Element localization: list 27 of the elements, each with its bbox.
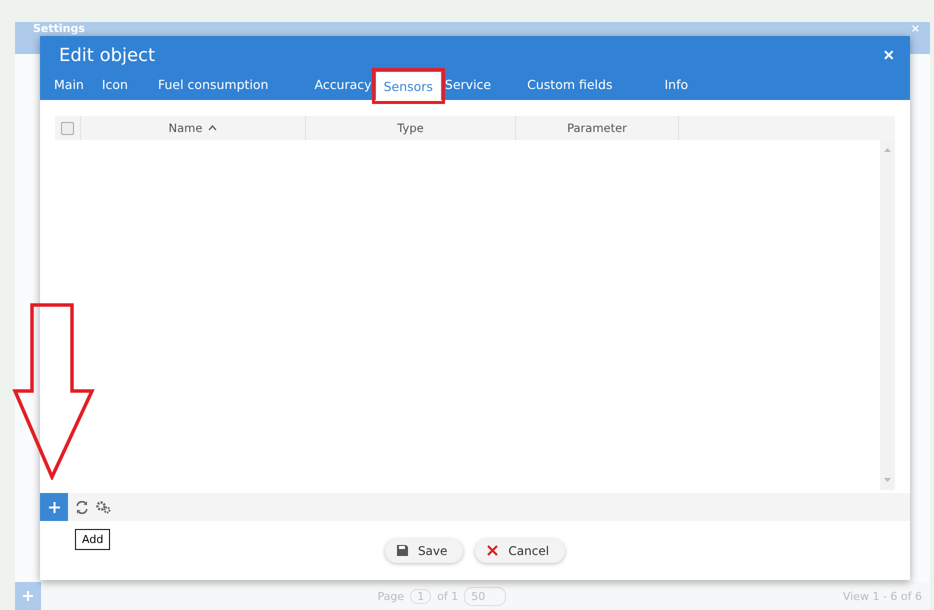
close-icon — [487, 545, 498, 556]
refresh-icon[interactable] — [76, 500, 88, 514]
column-header[interactable]: Parameter — [567, 121, 627, 135]
save-button[interactable]: Save — [384, 538, 464, 562]
dialog-title: Edit object — [59, 45, 156, 66]
tab[interactable]: Sensors — [376, 72, 441, 100]
page-count: of 1 — [437, 590, 458, 602]
window-title: Settings — [33, 22, 85, 35]
tab[interactable]: Fuel consumption — [158, 69, 314, 100]
checkbox[interactable] — [61, 122, 74, 134]
add-button[interactable] — [40, 493, 68, 521]
tab[interactable]: Custom fields — [527, 69, 664, 100]
cancel-button[interactable]: Cancel — [475, 538, 566, 562]
plus-icon — [23, 591, 33, 601]
column-header[interactable]: Name — [168, 121, 202, 135]
column-header[interactable]: Type — [397, 121, 424, 135]
close-button[interactable]: × — [883, 45, 894, 66]
tab[interactable]: Accuracy — [314, 69, 376, 100]
tab[interactable]: Main — [54, 69, 102, 100]
tab[interactable]: Info — [664, 69, 688, 100]
plus-icon — [48, 502, 60, 512]
page-label: Page — [378, 590, 404, 602]
tab[interactable]: Service — [444, 69, 528, 100]
tooltip: Add — [75, 529, 110, 550]
tab[interactable]: Icon — [102, 69, 158, 100]
gears-icon[interactable] — [96, 500, 111, 514]
records-summary: View 1 - 6 of 6 — [842, 590, 922, 602]
